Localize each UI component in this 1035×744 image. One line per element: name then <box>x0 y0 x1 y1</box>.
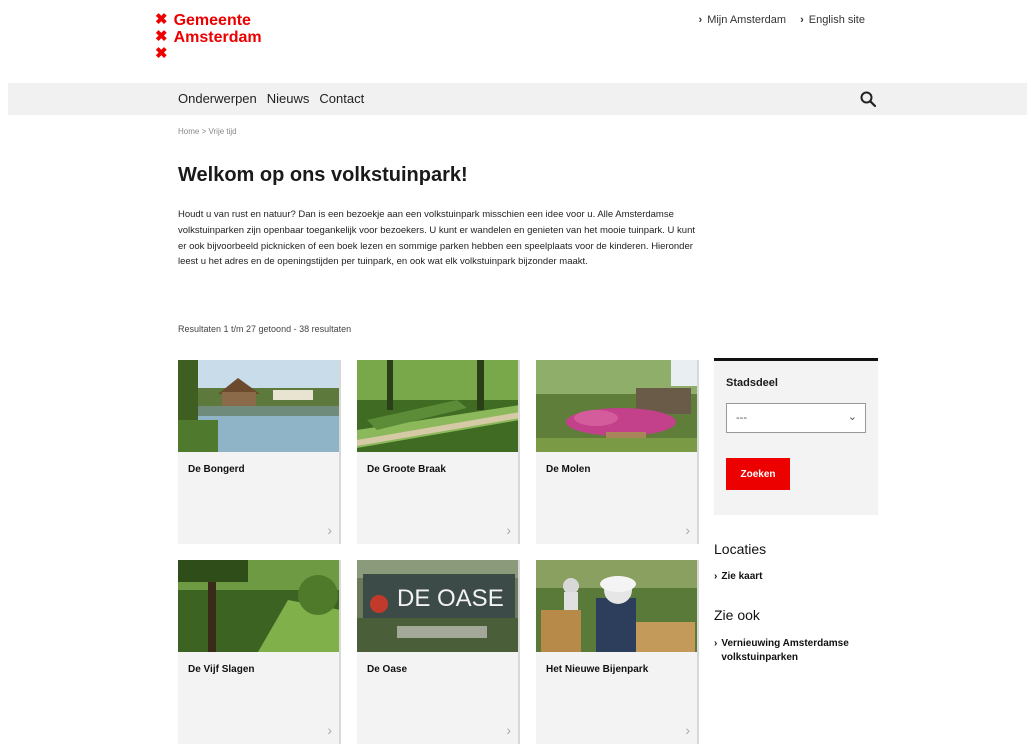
intro-text: Houdt u van rust en natuur? Dan is een b… <box>178 209 696 268</box>
park-card-title: De Groote Braak <box>367 464 446 475</box>
select-value: --- <box>736 412 747 424</box>
vernieuwing-label: Vernieuwing Amsterdamse volkstuinparken <box>721 638 849 663</box>
park-cards-grid: De Bongerd › De Groote Braak › De Molen … <box>178 360 700 744</box>
page-title: Welkom op ons volkstuinpark! <box>178 164 468 186</box>
logo-line-2: Amsterdam <box>173 29 262 46</box>
chevron-right-icon: › <box>506 522 511 538</box>
park-card-title: De Vijf Slagen <box>188 664 255 675</box>
vernieuwing-link[interactable]: › Vernieuwing Amsterdamse volkstuinparken <box>714 637 884 665</box>
zie-ook-heading: Zie ook <box>714 607 760 623</box>
breadcrumb[interactable]: Home > Vrije tijd <box>178 127 237 136</box>
park-card-de-molen[interactable]: De Molen › <box>536 360 699 544</box>
park-card-title: De Oase <box>367 664 408 675</box>
park-card-title: De Bongerd <box>188 464 245 475</box>
park-photo-de-vijf-slagen <box>178 560 339 652</box>
park-photo-de-molen <box>536 360 697 452</box>
logo-text: Gemeente Amsterdam <box>174 12 262 62</box>
park-card-de-vijf-slagen[interactable]: De Vijf Slagen › <box>178 560 341 744</box>
gemeente-logo[interactable]: ✖ ✖ ✖ Gemeente Amsterdam <box>155 12 262 62</box>
park-card-title: De Molen <box>546 464 591 475</box>
filter-label: Stadsdeel <box>726 377 778 389</box>
chevron-right-icon: › <box>327 722 332 738</box>
nav-onderwerpen[interactable]: Onderwerpen <box>178 91 257 106</box>
nav-contact[interactable]: Contact <box>319 91 364 106</box>
chevron-right-icon: › <box>685 722 690 738</box>
park-photo-de-bongerd <box>178 360 339 452</box>
logo-crosses-icon: ✖ ✖ ✖ <box>155 11 168 62</box>
main-navigation: Onderwerpen Nieuws Contact <box>8 83 1027 115</box>
nav-nieuws[interactable]: Nieuws <box>267 91 310 106</box>
english-site-link[interactable]: English site <box>800 14 865 26</box>
park-card-het-nieuwe-bijenpark[interactable]: Het Nieuwe Bijenpark › <box>536 560 699 744</box>
zoeken-button[interactable]: Zoeken <box>726 458 790 490</box>
chevron-right-icon: › <box>685 522 690 538</box>
mijn-amsterdam-link[interactable]: Mijn Amsterdam <box>699 14 786 26</box>
park-card-de-oase[interactable]: DE OASE De Oase › <box>357 560 520 744</box>
park-photo-de-oase: DE OASE <box>357 560 518 652</box>
park-photo-het-nieuwe-bijenpark <box>536 560 697 652</box>
top-links: Mijn Amsterdam English site <box>699 14 865 26</box>
park-card-de-bongerd[interactable]: De Bongerd › <box>178 360 341 544</box>
search-icon[interactable] <box>859 90 877 108</box>
oase-sign-text: DE OASE <box>397 585 504 612</box>
results-count: Resultaten 1 t/m 27 getoond - 38 resulta… <box>178 324 352 334</box>
stadsdeel-filter: Stadsdeel --- ⌄ Zoeken <box>714 358 878 515</box>
park-card-de-groote-braak[interactable]: De Groote Braak › <box>357 360 520 544</box>
chevron-down-icon: ⌄ <box>847 411 857 423</box>
park-card-title: Het Nieuwe Bijenpark <box>546 664 649 675</box>
logo-line-1: Gemeente <box>173 12 251 29</box>
chevron-right-icon: › <box>327 522 332 538</box>
locaties-heading: Locaties <box>714 541 767 557</box>
chevron-right-icon: › <box>506 722 511 738</box>
zie-kaart-link[interactable]: › Zie kaart <box>714 570 884 584</box>
chevron-right-icon: › <box>714 571 718 582</box>
stadsdeel-select[interactable]: --- ⌄ <box>726 403 866 433</box>
zie-kaart-label: Zie kaart <box>721 571 763 582</box>
park-photo-de-groote-braak <box>357 360 518 452</box>
chevron-right-icon: › <box>714 638 718 649</box>
